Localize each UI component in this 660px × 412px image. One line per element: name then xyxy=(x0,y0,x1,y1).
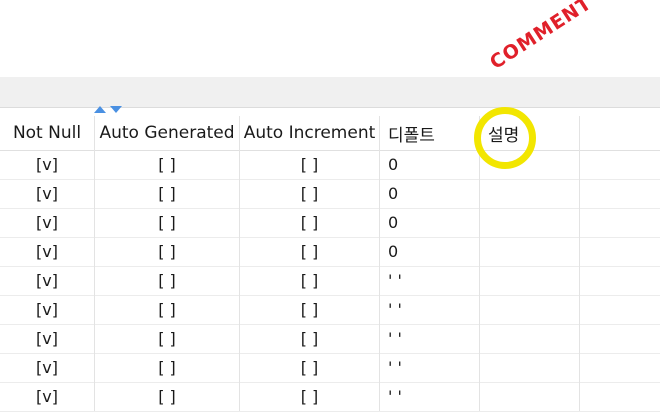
cell-auto-generated[interactable]: [ ] xyxy=(95,382,240,411)
cell-filler xyxy=(580,266,660,295)
cell-default[interactable]: 0 xyxy=(380,150,480,179)
cell-auto-increment[interactable]: [ ] xyxy=(240,382,380,411)
cell-auto-generated[interactable]: [ ] xyxy=(95,324,240,353)
table-row[interactable]: [v] [ ] [ ] 0 xyxy=(0,150,660,180)
cell-filler xyxy=(580,208,660,237)
cell-not-null[interactable]: [v] xyxy=(0,295,95,324)
cell-auto-increment[interactable]: [ ] xyxy=(240,266,380,295)
header-not-null[interactable]: Not Null xyxy=(0,116,95,150)
toolbar-strip xyxy=(0,77,660,108)
cell-auto-increment[interactable]: [ ] xyxy=(240,237,380,266)
cell-default[interactable]: ' ' xyxy=(380,295,480,324)
cell-auto-increment[interactable]: [ ] xyxy=(240,150,380,179)
cell-not-null[interactable]: [v] xyxy=(0,208,95,237)
sort-arrows-icon[interactable] xyxy=(92,106,132,116)
cell-auto-increment[interactable]: [ ] xyxy=(240,179,380,208)
cell-default[interactable]: 0 xyxy=(380,179,480,208)
cell-auto-increment[interactable]: [ ] xyxy=(240,208,380,237)
cell-filler xyxy=(580,353,660,382)
cell-default[interactable]: 0 xyxy=(380,237,480,266)
cell-auto-increment[interactable]: [ ] xyxy=(240,324,380,353)
cell-default[interactable]: 0 xyxy=(380,208,480,237)
cell-filler xyxy=(580,150,660,179)
cell-auto-generated[interactable]: [ ] xyxy=(95,150,240,179)
cell-comment[interactable] xyxy=(480,382,580,411)
cell-not-null[interactable]: [v] xyxy=(0,382,95,411)
cell-comment[interactable] xyxy=(480,150,580,179)
cell-default[interactable]: ' ' xyxy=(380,266,480,295)
header-auto-increment[interactable]: Auto Increment xyxy=(240,116,380,150)
cell-auto-generated[interactable]: [ ] xyxy=(95,295,240,324)
sort-up-icon[interactable] xyxy=(94,106,106,113)
cell-auto-generated[interactable]: [ ] xyxy=(95,179,240,208)
cell-filler xyxy=(580,382,660,411)
header-filler xyxy=(580,116,660,150)
cell-filler xyxy=(580,237,660,266)
cell-auto-increment[interactable]: [ ] xyxy=(240,353,380,382)
table-row[interactable]: [v] [ ] [ ] ' ' xyxy=(0,353,660,383)
sort-down-icon[interactable] xyxy=(110,106,122,113)
header-default[interactable]: 디폴트 xyxy=(380,116,480,150)
table-row[interactable]: [v] [ ] [ ] 0 xyxy=(0,179,660,209)
table-row[interactable]: [v] [ ] [ ] ' ' xyxy=(0,295,660,325)
cell-comment[interactable] xyxy=(480,237,580,266)
cell-not-null[interactable]: [v] xyxy=(0,150,95,179)
cell-auto-generated[interactable]: [ ] xyxy=(95,208,240,237)
table-row[interactable]: [v] [ ] [ ] 0 xyxy=(0,237,660,267)
cell-auto-generated[interactable]: [ ] xyxy=(95,353,240,382)
cell-comment[interactable] xyxy=(480,295,580,324)
table-row[interactable]: [v] [ ] [ ] 0 xyxy=(0,208,660,238)
table-row[interactable]: [v] [ ] [ ] ' ' xyxy=(0,382,660,412)
cell-default[interactable]: ' ' xyxy=(380,353,480,382)
cell-auto-generated[interactable]: [ ] xyxy=(95,266,240,295)
cell-default[interactable]: ' ' xyxy=(380,324,480,353)
cell-comment[interactable] xyxy=(480,179,580,208)
cell-comment[interactable] xyxy=(480,353,580,382)
table-body: [v] [ ] [ ] 0 [v] [ ] [ ] 0 [v] [ ] [ ] … xyxy=(0,150,660,412)
cell-auto-increment[interactable]: [ ] xyxy=(240,295,380,324)
cell-not-null[interactable]: [v] xyxy=(0,353,95,382)
cell-not-null[interactable]: [v] xyxy=(0,179,95,208)
header-comment[interactable]: 설명 xyxy=(480,116,580,150)
cell-comment[interactable] xyxy=(480,324,580,353)
header-auto-generated[interactable]: Auto Generated xyxy=(95,116,240,150)
table-row[interactable]: [v] [ ] [ ] ' ' xyxy=(0,324,660,354)
cell-not-null[interactable]: [v] xyxy=(0,266,95,295)
cell-filler xyxy=(580,295,660,324)
cell-default[interactable]: ' ' xyxy=(380,382,480,411)
cell-filler xyxy=(580,324,660,353)
cell-not-null[interactable]: [v] xyxy=(0,324,95,353)
cell-comment[interactable] xyxy=(480,208,580,237)
cell-filler xyxy=(580,179,660,208)
table-header: Not Null Auto Generated Auto Increment 디… xyxy=(0,116,660,151)
cell-not-null[interactable]: [v] xyxy=(0,237,95,266)
table-row[interactable]: [v] [ ] [ ] ' ' xyxy=(0,266,660,296)
cell-comment[interactable] xyxy=(480,266,580,295)
cell-auto-generated[interactable]: [ ] xyxy=(95,237,240,266)
